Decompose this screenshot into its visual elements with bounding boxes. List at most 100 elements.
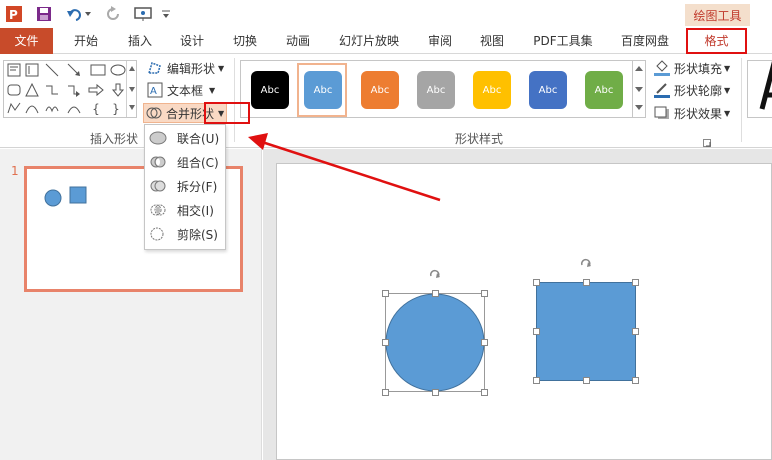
resize-handle[interactable] bbox=[432, 290, 439, 297]
resize-handle[interactable] bbox=[632, 377, 639, 384]
resize-handle[interactable] bbox=[481, 339, 488, 346]
paint-bucket-icon bbox=[654, 60, 670, 76]
tab-format[interactable]: 格式 bbox=[686, 28, 747, 54]
subtract-icon bbox=[149, 225, 167, 243]
menu-item-combine[interactable]: 组合(C) bbox=[145, 151, 225, 173]
merge-shapes-menu: 联合(U) 组合(C) 拆分(F) 相交(I) 剪除(S) bbox=[144, 124, 226, 250]
style-gallery-scrollbar[interactable] bbox=[632, 60, 646, 118]
rounded-rect-shape-icon[interactable] bbox=[6, 83, 22, 99]
union-icon bbox=[149, 129, 167, 147]
tab-animations[interactable]: 动画 bbox=[276, 28, 320, 54]
swatch-text: Abc bbox=[594, 84, 614, 96]
combine-icon bbox=[149, 153, 167, 171]
tab-file[interactable]: 文件 bbox=[0, 28, 53, 54]
tab-insert[interactable]: 插入 bbox=[118, 28, 162, 54]
wave-shape-icon[interactable] bbox=[66, 101, 82, 117]
menu-item-label: 相交(I) bbox=[177, 203, 214, 218]
square-shape[interactable] bbox=[536, 282, 636, 381]
customize-qa-icon[interactable] bbox=[160, 4, 172, 24]
resize-handle[interactable] bbox=[533, 279, 540, 286]
tab-baidu-netdisk[interactable]: 百度网盘 bbox=[612, 28, 678, 54]
resize-handle[interactable] bbox=[583, 279, 590, 286]
insert-shapes-group-label: 插入形状 bbox=[90, 132, 139, 146]
resize-handle[interactable] bbox=[382, 339, 389, 346]
textbox-shape-icon[interactable] bbox=[6, 63, 22, 79]
resize-handle[interactable] bbox=[632, 279, 639, 286]
rotate-handle-icon[interactable] bbox=[579, 256, 593, 270]
down-arrow-shape-icon[interactable] bbox=[110, 83, 126, 99]
undo-icon[interactable] bbox=[64, 4, 94, 24]
powerpoint-logo-icon: P bbox=[5, 4, 23, 24]
arc-shape-icon[interactable] bbox=[44, 101, 60, 117]
resize-handle[interactable] bbox=[533, 328, 540, 335]
right-brace-shape-icon[interactable]: } bbox=[108, 101, 124, 117]
menu-item-label: 拆分(F) bbox=[177, 179, 218, 194]
resize-handle[interactable] bbox=[583, 377, 590, 384]
curve-shape-icon[interactable] bbox=[24, 101, 40, 117]
rectangle-shape-icon[interactable] bbox=[90, 63, 106, 79]
redo-icon[interactable] bbox=[104, 4, 124, 24]
resize-handle[interactable] bbox=[533, 377, 540, 384]
fragment-icon bbox=[149, 177, 167, 195]
resize-handle[interactable] bbox=[432, 389, 439, 396]
tab-pdf-tools[interactable]: PDF工具集 bbox=[527, 28, 599, 54]
shape-style-gallery[interactable]: Abc Abc Abc Abc Abc Abc Abc bbox=[240, 60, 640, 118]
menu-item-label: 联合(U) bbox=[177, 131, 220, 146]
menu-item-union[interactable]: 联合(U) bbox=[145, 127, 225, 149]
circle-shape[interactable] bbox=[385, 293, 485, 392]
wordart-styles-gallery[interactable] bbox=[747, 60, 772, 118]
save-icon[interactable] bbox=[34, 4, 54, 24]
elbow-connector-shape-icon[interactable] bbox=[44, 83, 60, 99]
shape-effects-icon bbox=[654, 105, 670, 121]
oval-shape-icon[interactable] bbox=[110, 63, 126, 79]
menu-item-fragment[interactable]: 拆分(F) bbox=[145, 175, 225, 197]
style-swatch-dark-blue[interactable]: Abc bbox=[529, 71, 567, 109]
style-swatch-green[interactable]: Abc bbox=[585, 71, 623, 109]
resize-handle[interactable] bbox=[481, 389, 488, 396]
shape-fill-button[interactable]: 形状填充 ▼ bbox=[654, 58, 730, 78]
group-separator bbox=[741, 58, 742, 142]
shape-outline-button[interactable]: 形状轮廓 ▼ bbox=[654, 80, 730, 100]
menu-item-intersect[interactable]: 相交(I) bbox=[145, 199, 225, 221]
swatch-text: Abc bbox=[538, 84, 558, 96]
shape-fill-label: 形状填充 bbox=[674, 61, 723, 76]
shape-gallery-scrollbar[interactable] bbox=[126, 61, 137, 117]
slide[interactable] bbox=[276, 163, 772, 460]
left-brace-shape-icon[interactable]: { bbox=[88, 101, 104, 117]
vertical-textbox-shape-icon[interactable] bbox=[24, 63, 40, 79]
tab-slideshow[interactable]: 幻灯片放映 bbox=[332, 28, 406, 54]
line-shape-icon[interactable] bbox=[44, 63, 60, 79]
style-swatch-blue[interactable]: Abc bbox=[304, 71, 342, 109]
triangle-shape-icon[interactable] bbox=[24, 82, 40, 99]
style-swatch-gray[interactable]: Abc bbox=[417, 71, 455, 109]
thumb-square-shape bbox=[69, 186, 87, 204]
resize-handle[interactable] bbox=[382, 389, 389, 396]
merge-shapes-icon bbox=[146, 105, 162, 121]
menu-item-label: 剪除(S) bbox=[177, 227, 218, 242]
shape-effects-button[interactable]: 形状效果 ▼ bbox=[654, 103, 730, 123]
resize-handle[interactable] bbox=[481, 290, 488, 297]
shape-gallery[interactable]: { } bbox=[3, 60, 137, 118]
textbox-button[interactable]: A 文本框 ▼ bbox=[147, 80, 215, 100]
arrow-line-shape-icon[interactable] bbox=[66, 63, 82, 79]
style-swatch-black[interactable]: Abc bbox=[251, 71, 289, 109]
block-arrow-shape-icon[interactable] bbox=[88, 83, 104, 99]
start-slideshow-icon[interactable] bbox=[132, 4, 156, 24]
rotate-handle-icon[interactable] bbox=[428, 267, 442, 281]
freeform-shape-icon[interactable] bbox=[6, 101, 22, 117]
elbow-arrow-shape-icon[interactable] bbox=[66, 83, 82, 99]
resize-handle[interactable] bbox=[382, 290, 389, 297]
tab-home[interactable]: 开始 bbox=[64, 28, 108, 54]
tab-transitions[interactable]: 切换 bbox=[223, 28, 267, 54]
highlight-box bbox=[204, 102, 250, 124]
tab-review[interactable]: 审阅 bbox=[418, 28, 462, 54]
shape-effects-label: 形状效果 bbox=[674, 106, 723, 121]
style-swatch-orange[interactable]: Abc bbox=[361, 71, 399, 109]
format-shape-launcher-icon[interactable] bbox=[703, 136, 711, 147]
resize-handle[interactable] bbox=[632, 328, 639, 335]
tab-design[interactable]: 设计 bbox=[170, 28, 214, 54]
menu-item-subtract[interactable]: 剪除(S) bbox=[145, 223, 225, 245]
tab-view[interactable]: 视图 bbox=[470, 28, 514, 54]
edit-shape-button[interactable]: 编辑形状 ▼ bbox=[147, 58, 224, 78]
style-swatch-gold[interactable]: Abc bbox=[473, 71, 511, 109]
